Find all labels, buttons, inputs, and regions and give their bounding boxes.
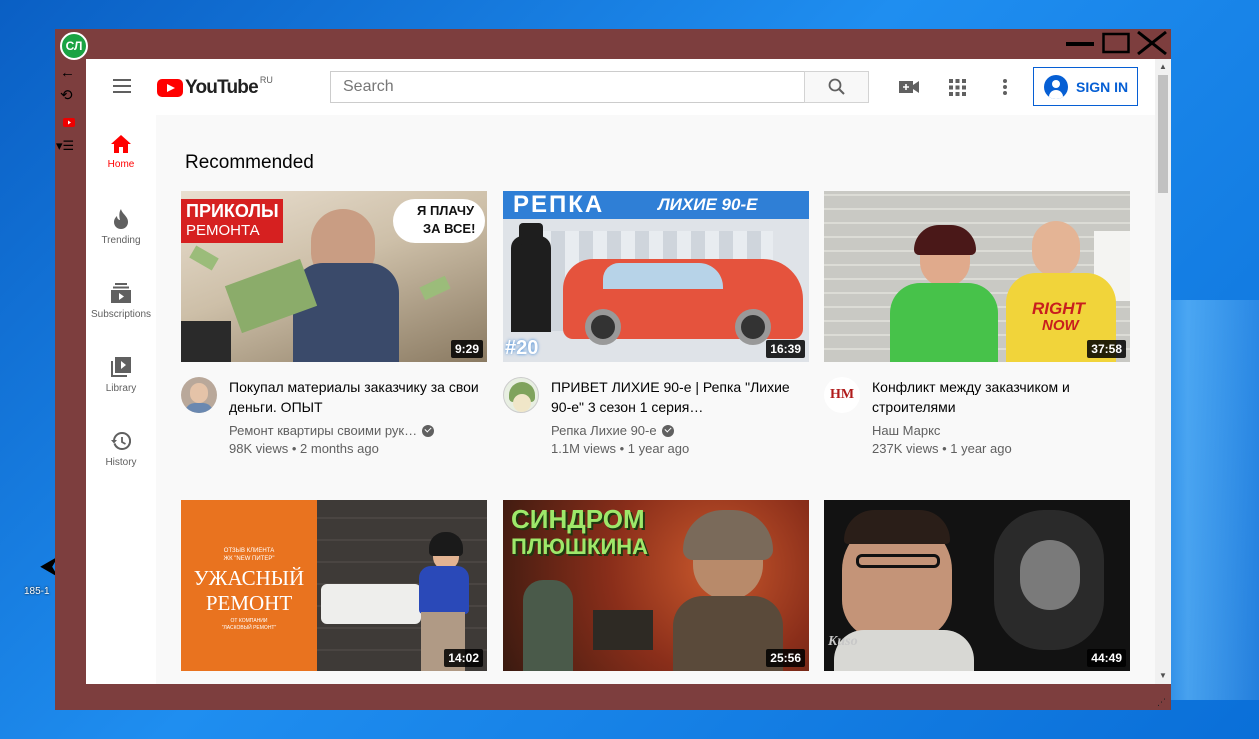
- thumb-caption: RIGHT: [1032, 299, 1085, 318]
- youtube-logo[interactable]: YouTube RU: [157, 75, 273, 99]
- video-duration: 25:56: [766, 649, 805, 667]
- apps-button[interactable]: [945, 75, 969, 99]
- thumb-caption: РЕПКА: [513, 191, 605, 218]
- thumb-caption: ПРИКОЛЫ: [186, 201, 279, 221]
- video-meta: 1.1M views • 1 year ago: [551, 441, 690, 456]
- guide-menu-button[interactable]: [110, 75, 134, 99]
- thumb-caption: УЖАСНЫЙ: [193, 566, 305, 590]
- thumb-caption: NOW: [1042, 317, 1079, 334]
- video-thumbnail[interactable]: СИНДРОМ ПЛЮШКИНА 25:56: [503, 500, 809, 671]
- page-scrollbar[interactable]: ▲ ▼: [1155, 59, 1171, 684]
- youtube-tab-icon[interactable]: [63, 115, 75, 130]
- channel-name[interactable]: Ремонт квартиры своими рук…: [229, 423, 479, 438]
- sidebar-item-library[interactable]: Library: [86, 337, 156, 411]
- verified-badge-icon: [422, 424, 435, 437]
- thumb-caption: Kuso: [828, 634, 858, 649]
- thumb-caption: ОТЗЫВ КЛИЕНТА: [223, 548, 275, 554]
- logo-word: YouTube: [185, 77, 259, 98]
- video-thumbnail[interactable]: ОТЗЫВ КЛИЕНТА ЖК "NEW ПИТЕР" УЖАСНЫЙ РЕМ…: [181, 500, 487, 671]
- mini-guide: Home Trending Subscriptions Library Hist…: [86, 115, 156, 684]
- account-avatar-icon: [1044, 74, 1068, 99]
- thumb-caption: РЕМОНТ: [205, 591, 293, 615]
- sidebar-item-label: History: [105, 457, 137, 468]
- search-input[interactable]: [330, 71, 805, 103]
- maximize-icon[interactable]: [1102, 30, 1130, 59]
- back-arrow-icon[interactable]: ←: [60, 65, 75, 80]
- video-meta: 98K views • 2 months ago: [229, 441, 379, 456]
- video-thumbnail[interactable]: RIGHT NOW 37:58: [824, 191, 1130, 362]
- section-title: Recommended: [185, 152, 314, 173]
- library-icon: [111, 357, 131, 377]
- video-duration: 14:02: [444, 649, 483, 667]
- sidebar-item-subscriptions[interactable]: Subscriptions: [86, 263, 156, 337]
- channel-name-text: Наш Маркс: [872, 423, 941, 438]
- scroll-up-icon[interactable]: ▲: [1159, 62, 1167, 71]
- subscriptions-icon: [111, 283, 131, 303]
- minimize-icon[interactable]: [1065, 30, 1095, 59]
- top-bar: YouTube RU Search SIGN IN: [86, 59, 1156, 115]
- verified-badge-icon: [661, 424, 674, 437]
- sidebar-item-label: Subscriptions: [90, 309, 152, 320]
- video-duration: 44:49: [1087, 649, 1126, 667]
- channel-avatar-text: НМ: [829, 387, 855, 402]
- youtube-play-icon: [157, 79, 183, 97]
- thumb-caption: #20: [505, 337, 539, 359]
- channel-name[interactable]: Репка Лихие 90-е: [551, 423, 801, 438]
- resize-grip-icon[interactable]: ⋰: [1157, 697, 1166, 708]
- sidebar-item-label: Trending: [101, 235, 141, 246]
- video-camera-icon: [899, 81, 919, 93]
- thumb-caption: ЖК "NEW ПИТЕР": [223, 556, 275, 562]
- desktop-icon-label: 185-1: [24, 586, 50, 597]
- channel-name-text: Ремонт квартиры своими рук…: [229, 423, 418, 438]
- thumb-caption: СИНДРОМ: [511, 504, 645, 534]
- channel-avatar[interactable]: [181, 377, 217, 413]
- channel-avatar[interactable]: НМ: [824, 377, 860, 413]
- thumb-caption: ОТ КОМПАНИИ: [230, 618, 268, 624]
- video-title[interactable]: Конфликт между заказчиком и строителями: [872, 377, 1122, 417]
- youtube-viewport: YouTube RU Search SIGN IN Home Trending …: [86, 59, 1171, 684]
- more-vertical-icon: [1003, 79, 1007, 95]
- scrollbar-thumb[interactable]: [1158, 75, 1168, 193]
- video-title[interactable]: Покупал материалы заказчику за свои день…: [229, 377, 479, 417]
- home-icon: [111, 135, 131, 153]
- flame-icon: [114, 209, 128, 229]
- app-badge-icon[interactable]: СЛ: [60, 32, 88, 60]
- sidebar-item-label: Home: [107, 159, 135, 170]
- video-thumbnail[interactable]: Kuso 44:49: [824, 500, 1130, 671]
- sign-in-button[interactable]: SIGN IN: [1033, 67, 1138, 106]
- apps-grid-icon: [948, 78, 966, 96]
- settings-more-button[interactable]: [993, 75, 1017, 99]
- search-button[interactable]: [804, 71, 869, 103]
- thumb-caption: "ЛАСКОВЫЙ РЕМОНТ": [221, 625, 277, 631]
- sidebar-item-home[interactable]: Home: [86, 115, 156, 189]
- sign-in-label: SIGN IN: [1076, 78, 1129, 95]
- video-duration: 37:58: [1087, 340, 1126, 358]
- video-meta: 237K views • 1 year ago: [872, 441, 1012, 456]
- scroll-down-icon[interactable]: ▼: [1159, 671, 1167, 680]
- channel-name[interactable]: Наш Маркс: [872, 423, 1122, 438]
- sidebar-item-trending[interactable]: Trending: [86, 189, 156, 263]
- history-icon: [111, 431, 131, 450]
- search-icon: [828, 78, 845, 95]
- thumb-caption: ПЛЮШКИНА: [511, 534, 649, 559]
- thumb-caption: Я ПЛАЧУ: [417, 203, 475, 218]
- app-menu-icon[interactable]: ▾☰: [56, 138, 74, 153]
- thumb-caption: ЛИХИЕ 90-Е: [658, 195, 758, 214]
- video-title[interactable]: ПРИВЕТ ЛИХИЕ 90-е | Репка "Лихие 90-е" 3…: [551, 377, 801, 417]
- refresh-icon[interactable]: ⟲: [60, 88, 73, 103]
- channel-avatar[interactable]: [503, 377, 539, 413]
- create-video-button[interactable]: [897, 75, 921, 99]
- thumb-caption: РЕМОНТА: [186, 222, 260, 239]
- video-duration: 9:29: [450, 340, 483, 358]
- close-icon[interactable]: [1136, 30, 1168, 61]
- video-thumbnail[interactable]: РЕПКА ЛИХИЕ 90-Е #20 16:39: [503, 191, 809, 362]
- video-duration: 16:39: [766, 340, 805, 358]
- sidebar-item-label: Library: [105, 383, 137, 394]
- logo-region: RU: [259, 75, 273, 85]
- thumb-caption: ЗА ВСЕ!: [423, 221, 476, 236]
- video-thumbnail[interactable]: ПРИКОЛЫ РЕМОНТА Я ПЛАЧУ ЗА ВСЕ! 9:29: [181, 191, 487, 362]
- sidebar-item-history[interactable]: History: [86, 411, 156, 485]
- channel-name-text: Репка Лихие 90-е: [551, 423, 657, 438]
